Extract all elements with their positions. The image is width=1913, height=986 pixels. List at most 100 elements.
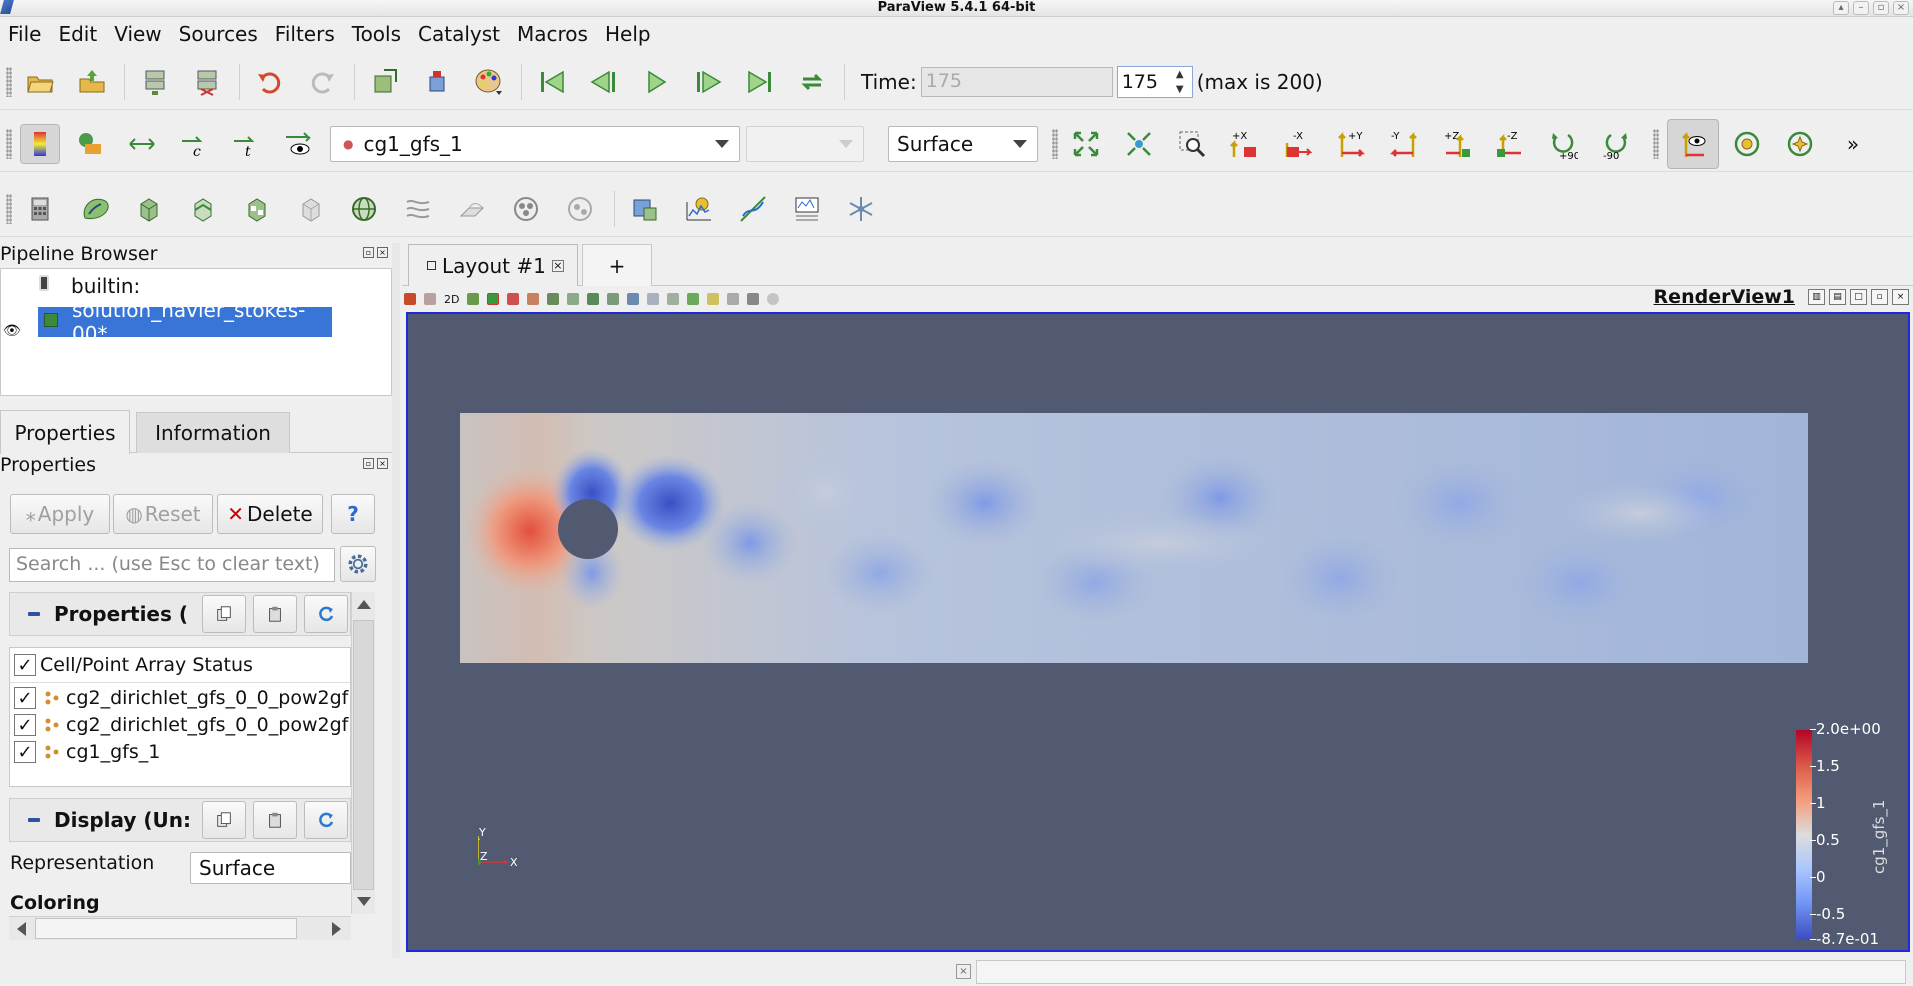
scroll-up-icon[interactable] xyxy=(357,600,371,609)
restore-defaults-button[interactable] xyxy=(304,595,348,633)
window-shade-button[interactable]: ▴ xyxy=(1833,1,1849,15)
find-data-icon[interactable] xyxy=(707,293,720,305)
window-maximize-button[interactable]: ▫ xyxy=(1873,1,1889,15)
plot-selection-over-time-button[interactable] xyxy=(679,189,719,229)
spin-up-icon[interactable]: ▲ xyxy=(1176,69,1184,80)
calculator-filter-button[interactable] xyxy=(20,189,60,229)
select-polygon-icon[interactable] xyxy=(527,293,540,305)
hover-cells-icon[interactable] xyxy=(607,293,620,305)
redo-button[interactable] xyxy=(302,62,342,102)
plot-data-button[interactable] xyxy=(787,189,827,229)
display-section-header[interactable]: Display (Un: xyxy=(9,798,351,842)
rotate-plus-90-button[interactable]: +90 xyxy=(1543,124,1583,164)
panel-splitter[interactable] xyxy=(392,243,400,958)
pipeline-item-builtin[interactable]: builtin: xyxy=(39,271,140,301)
rescale-custom-range-button[interactable]: c xyxy=(174,124,214,164)
view-settings-icon[interactable] xyxy=(767,293,780,305)
array-checkbox[interactable]: ✓ xyxy=(14,741,36,763)
maximize-view-icon[interactable]: □ xyxy=(1850,289,1867,305)
copy-display-button[interactable] xyxy=(202,801,246,839)
extract-subset-filter-button[interactable] xyxy=(290,189,330,229)
pipeline-item-solution[interactable]: solution_navier_stokes-00* xyxy=(38,298,332,346)
spin-down-icon[interactable]: ▼ xyxy=(1176,84,1184,95)
reset-button[interactable]: ◍ Reset xyxy=(113,494,213,534)
component-select[interactable] xyxy=(746,125,864,162)
group-datasets-filter-button[interactable] xyxy=(506,189,546,229)
select-cells-frustum-icon[interactable] xyxy=(487,293,500,305)
array-row[interactable]: ✓ cg1_gfs_1 xyxy=(14,739,160,765)
copy-properties-button[interactable] xyxy=(202,595,246,633)
advanced-properties-button[interactable] xyxy=(340,546,376,582)
open-file-button[interactable] xyxy=(20,62,60,102)
add-layout-tab[interactable]: + xyxy=(582,244,652,286)
window-close-button[interactable]: × xyxy=(1893,1,1909,15)
plot-over-line-button[interactable] xyxy=(733,189,773,229)
clip-filter-button[interactable] xyxy=(128,189,168,229)
shrink-selection-icon[interactable] xyxy=(667,293,680,305)
toolbar-overflow-button[interactable]: » xyxy=(1833,124,1873,164)
render-view-title[interactable]: RenderView1 xyxy=(1654,286,1795,308)
close-view-icon[interactable]: × xyxy=(1892,289,1909,305)
toolbar-grip[interactable] xyxy=(6,66,12,97)
close-status-icon[interactable]: × xyxy=(956,964,971,979)
reset-session-button[interactable] xyxy=(417,62,457,102)
disconnect-button[interactable] xyxy=(187,62,227,102)
array-status-header[interactable]: ✓ Cell/Point Array Status xyxy=(14,652,253,678)
connect-button[interactable] xyxy=(135,62,175,102)
warp-by-vector-filter-button[interactable] xyxy=(452,189,492,229)
loop-button[interactable] xyxy=(792,62,832,102)
array-row[interactable]: ✓ cg2_dirichlet_gfs_0_0_pow2gf xyxy=(14,712,348,738)
paste-properties-button[interactable] xyxy=(253,595,297,633)
rescale-visible-range-button[interactable] xyxy=(278,124,318,164)
extract-selection-button[interactable] xyxy=(625,189,665,229)
view-minus-z-button[interactable]: -Z xyxy=(1490,124,1530,164)
restore-display-defaults-button[interactable] xyxy=(304,801,348,839)
representation-select[interactable]: Surface xyxy=(888,125,1038,162)
first-frame-button[interactable] xyxy=(532,62,572,102)
stream-tracer-filter-button[interactable] xyxy=(398,189,438,229)
help-button[interactable]: ? xyxy=(331,494,375,534)
time-value-field[interactable]: 175 xyxy=(920,66,1113,97)
menu-filters[interactable]: Filters xyxy=(275,22,335,46)
toolbar-grip[interactable] xyxy=(6,194,12,224)
scroll-left-icon[interactable] xyxy=(17,922,26,936)
select-block-icon[interactable] xyxy=(547,293,560,305)
close-panel-icon[interactable]: × xyxy=(377,247,388,258)
split-vertical-icon[interactable]: ▤ xyxy=(1829,289,1846,305)
menu-macros[interactable]: Macros xyxy=(517,22,588,46)
scroll-thumb[interactable] xyxy=(353,620,374,890)
extract-level-filter-button[interactable] xyxy=(560,189,600,229)
reset-camera-button[interactable] xyxy=(1066,124,1106,164)
spin-arrows[interactable]: ▲ ▼ xyxy=(1170,67,1190,97)
close-panel-icon[interactable]: × xyxy=(377,458,388,469)
restore-view-icon[interactable]: ▫ xyxy=(1871,289,1888,305)
collapse-icon[interactable] xyxy=(28,818,40,822)
python-filter-button[interactable] xyxy=(841,189,881,229)
tab-properties[interactable]: Properties xyxy=(0,410,130,454)
glyph-filter-button[interactable] xyxy=(344,189,384,229)
float-panel-icon[interactable]: ▫ xyxy=(363,247,374,258)
toolbar-grip[interactable] xyxy=(6,128,12,159)
previous-frame-button[interactable] xyxy=(584,62,624,102)
split-horizontal-icon[interactable]: ▥ xyxy=(1808,289,1825,305)
tab-information[interactable]: Information xyxy=(136,412,290,453)
render-view-viewport[interactable]: 2.0e+00 1.5 1 0.5 0 -0.5 -8.7e-01 cg1_gf… xyxy=(406,312,1910,952)
menu-view[interactable]: View xyxy=(114,22,161,46)
rescale-temporal-range-button[interactable]: t xyxy=(226,124,266,164)
zoom-to-data-button[interactable] xyxy=(1119,124,1159,164)
undo-button[interactable] xyxy=(250,62,290,102)
scroll-down-icon[interactable] xyxy=(357,897,371,906)
view-mode-2d[interactable]: 2D xyxy=(444,293,459,306)
view-plus-y-button[interactable]: +Y xyxy=(1331,124,1371,164)
properties-section-header[interactable]: Properties ( xyxy=(9,592,351,636)
delete-button[interactable]: ✕ Delete xyxy=(217,494,323,534)
eye-visibility-icon[interactable]: 👁 xyxy=(3,323,21,339)
color-by-select[interactable]: ● cg1_gfs_1 xyxy=(330,125,740,162)
float-panel-icon[interactable]: ▫ xyxy=(363,458,374,469)
display-representation-select[interactable]: Surface xyxy=(190,852,351,884)
select-points-on-icon[interactable] xyxy=(424,293,436,305)
contour-filter-button[interactable] xyxy=(74,189,114,229)
properties-vertical-scrollbar[interactable] xyxy=(351,592,375,914)
window-minimize-button[interactable]: – xyxy=(1853,1,1869,15)
apply-button[interactable]: ⁎ Apply xyxy=(10,494,110,534)
